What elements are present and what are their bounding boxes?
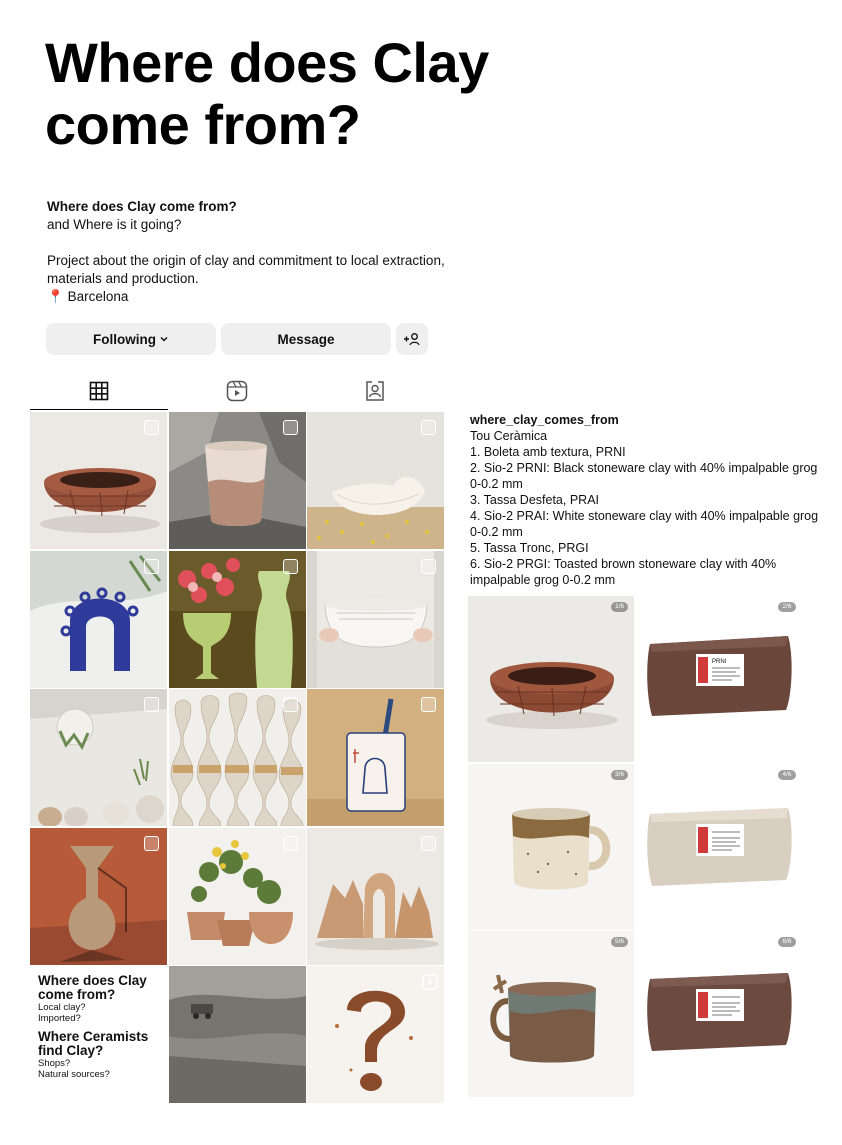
clay-block-image: PRNI	[635, 596, 802, 762]
profile-tabs	[30, 372, 445, 410]
caption-line: 3. Tassa Desfeta, PRAI	[470, 493, 599, 507]
caption-line: 4. Sio-2 PRAI: White stoneware clay with…	[470, 509, 819, 539]
post-tile[interactable]	[168, 550, 306, 688]
select-checkbox[interactable]	[144, 420, 159, 435]
slide-badge: 3/6	[610, 769, 628, 780]
bio-tagline: and Where is it going?	[47, 217, 182, 232]
caption-handle[interactable]: where_clay_comes_from	[470, 412, 820, 428]
select-checkbox[interactable]	[144, 835, 159, 851]
bio-name: Where does Clay come from?	[47, 199, 237, 214]
post-tile-text[interactable]: Where does Clay come from? Local clay? I…	[30, 966, 167, 1103]
post-tile[interactable]	[168, 827, 306, 965]
post-tile[interactable]	[307, 689, 444, 826]
textured-bowl-image	[468, 596, 634, 762]
message-label: Message	[277, 331, 335, 347]
post-grid: Where does Clay come from? Local clay? I…	[30, 412, 445, 1103]
product-carousel-grid: 1/6 PRNI 2/6 3/6 4/6 5/6 6/6	[468, 596, 802, 1097]
select-checkbox[interactable]	[144, 558, 159, 574]
post-tile[interactable]	[307, 412, 444, 549]
reels-icon	[226, 380, 248, 402]
tab-posts[interactable]	[30, 372, 168, 410]
caption-line: 6. Sio-2 PRGI: Toasted brown stoneware c…	[470, 557, 777, 587]
post-tile[interactable]	[307, 550, 444, 688]
add-user-button[interactable]	[396, 323, 428, 355]
text-tile-heading: Where does Clay come from?	[38, 973, 147, 1002]
following-label: Following	[93, 331, 156, 347]
product-tile[interactable]: 4/6	[635, 763, 802, 930]
text-tile-subtext: Shops? Natural sources?	[38, 1058, 110, 1080]
slide-badge: 4/6	[778, 769, 796, 780]
product-tile[interactable]: 5/6	[468, 931, 634, 1097]
caption-line: 2. Sio-2 PRNI: Black stoneware clay with…	[470, 461, 818, 491]
select-checkbox[interactable]	[421, 420, 436, 435]
select-checkbox[interactable]	[421, 558, 436, 574]
slide-badge: 2/6	[778, 602, 796, 612]
product-tile[interactable]: PRNI 2/6	[635, 596, 802, 762]
chevron-down-icon	[160, 336, 168, 342]
caption-brand: Tou Ceràmica	[470, 429, 548, 443]
add-user-icon	[404, 333, 420, 346]
select-checkbox[interactable]	[282, 835, 298, 851]
page-title: Where does Clay come from?	[45, 31, 489, 156]
post-tile[interactable]	[30, 550, 167, 688]
caption-line: 5. Tassa Tronc, PRGI	[470, 541, 589, 555]
select-checkbox[interactable]	[282, 697, 298, 712]
quarry-image	[168, 966, 306, 1103]
post-tile[interactable]	[168, 689, 306, 826]
product-tile[interactable]: 1/6	[468, 596, 634, 762]
tab-tagged[interactable]	[306, 372, 444, 410]
tab-reels[interactable]	[168, 372, 306, 410]
tagged-icon	[366, 381, 384, 401]
pin-icon: 📍	[47, 289, 64, 304]
profile-bio: Where does Clay come from? and Where is …	[47, 198, 467, 306]
post-tile[interactable]	[30, 412, 167, 549]
product-tile[interactable]: 3/6	[468, 763, 634, 930]
select-checkbox[interactable]	[282, 420, 298, 435]
product-label-text: PRNI	[712, 659, 727, 665]
blue-mug-image	[468, 931, 634, 1097]
bio-location: 📍 Barcelona	[47, 288, 467, 306]
select-checkbox[interactable]	[421, 835, 436, 851]
following-button[interactable]: Following	[46, 323, 216, 355]
grid-icon	[89, 381, 109, 400]
location-text: Barcelona	[67, 289, 129, 304]
select-checkbox[interactable]	[421, 697, 436, 712]
select-checkbox[interactable]	[144, 697, 159, 712]
message-button[interactable]: Message	[221, 323, 391, 355]
slide-badge: 1/6	[610, 602, 628, 612]
product-tile[interactable]: 6/6	[635, 931, 802, 1097]
post-tile[interactable]	[307, 827, 444, 965]
bio-description: Project about the origin of clay and com…	[47, 253, 445, 286]
post-tile[interactable]	[168, 412, 306, 549]
speckled-mug-image	[468, 763, 634, 930]
select-checkbox[interactable]	[282, 558, 298, 574]
post-tile[interactable]	[307, 966, 444, 1103]
post-tile[interactable]	[30, 827, 167, 965]
text-tile-heading: Where Ceramists find Clay?	[38, 1029, 149, 1058]
slide-badge: 5/6	[610, 937, 628, 947]
post-tile[interactable]	[30, 689, 167, 826]
text-tile-subtext: Local clay? Imported?	[38, 1002, 86, 1024]
slide-badge: 6/6	[778, 937, 796, 947]
post-caption: where_clay_comes_from Tou Ceràmica 1. Bo…	[470, 412, 820, 588]
caption-line: 1. Boleta amb textura, PRNI	[470, 445, 626, 459]
reel-icon	[422, 974, 438, 990]
clay-block-image	[635, 931, 802, 1097]
post-tile[interactable]	[168, 966, 306, 1103]
clay-block-image	[635, 763, 802, 930]
